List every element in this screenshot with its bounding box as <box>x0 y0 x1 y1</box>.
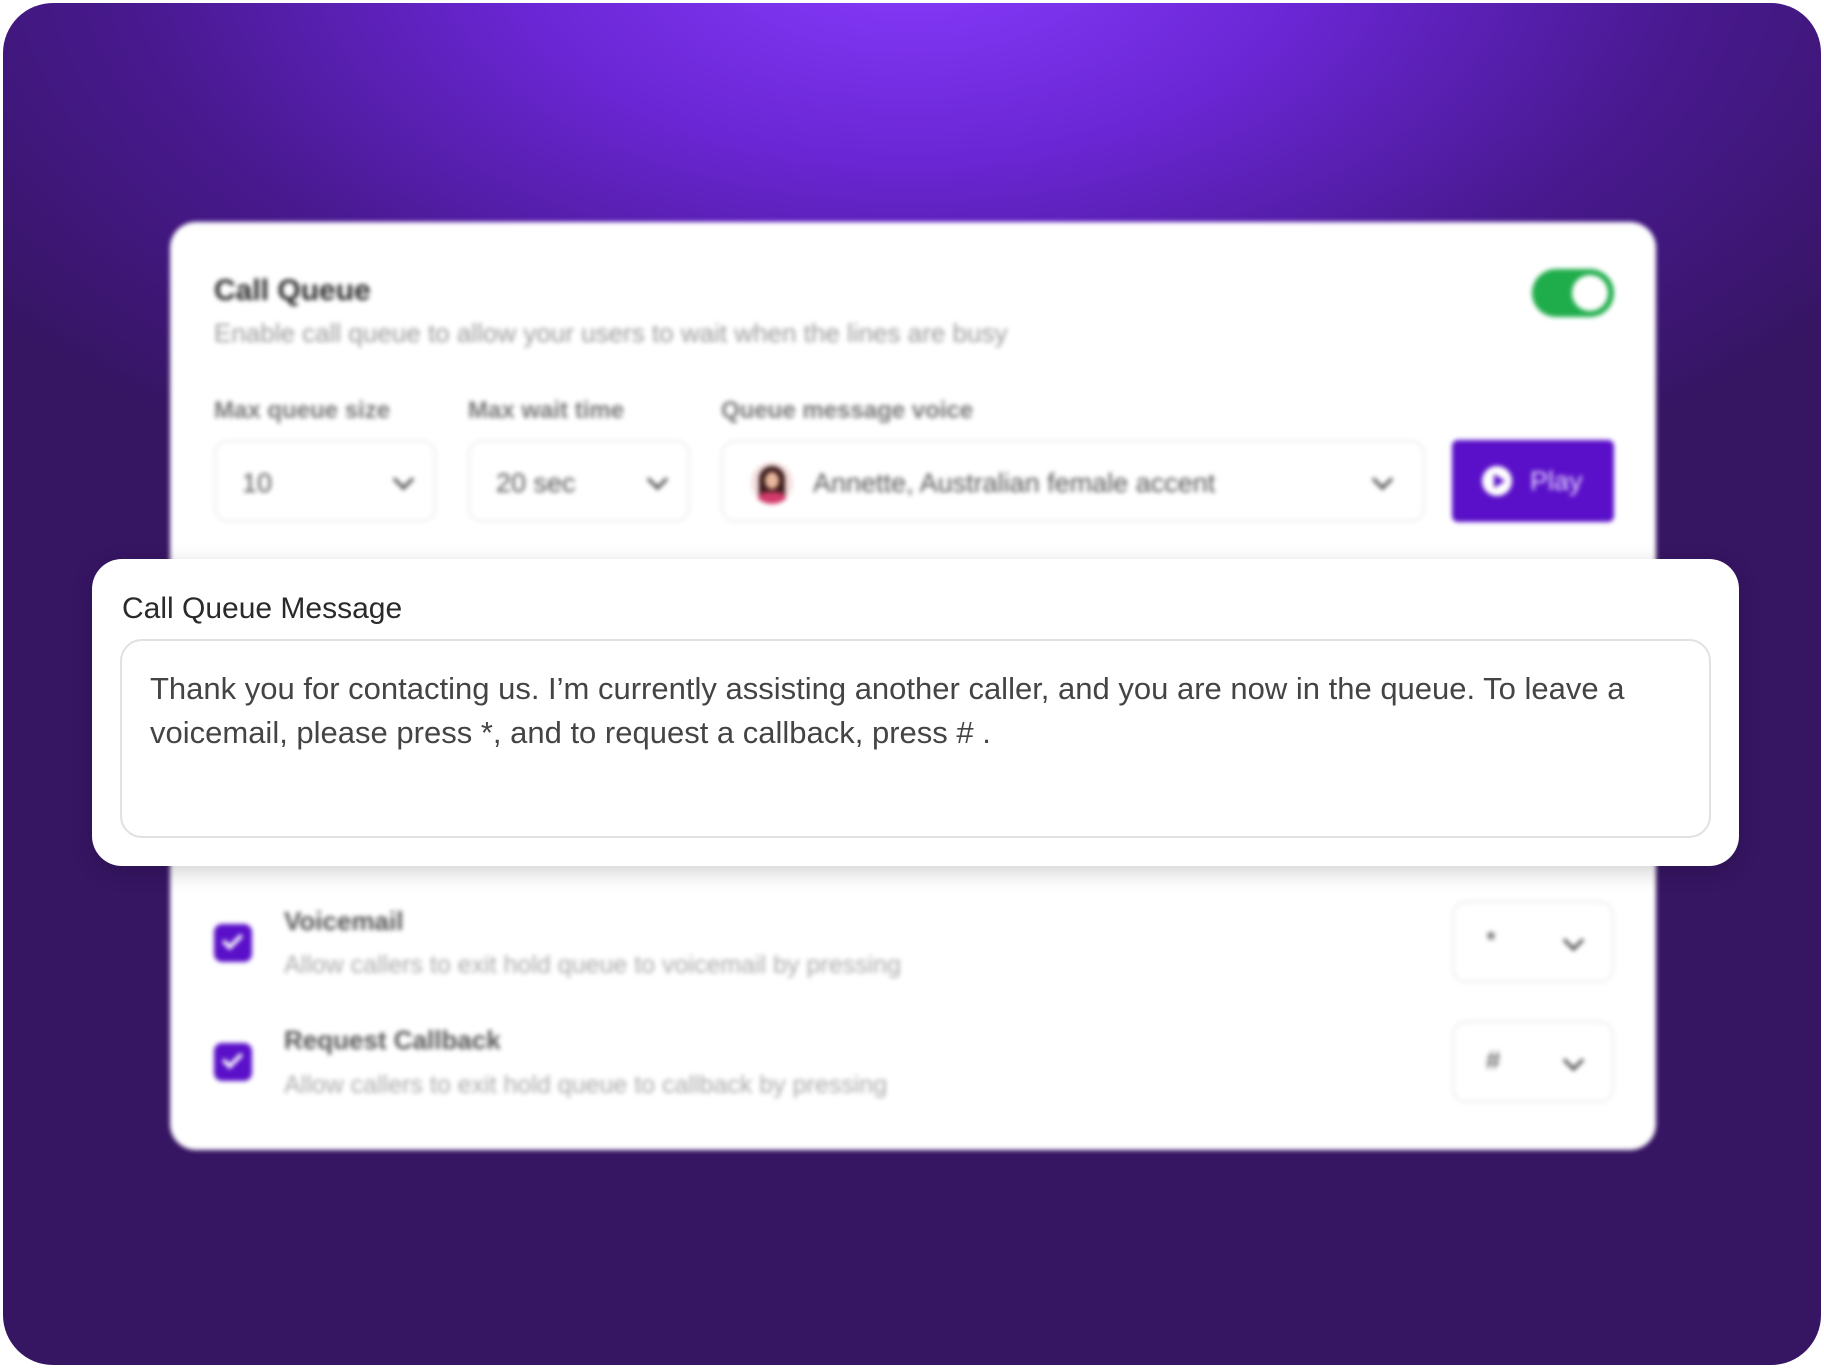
max-wait-time-value: 20 sec <box>496 468 576 498</box>
voicemail-key-select[interactable]: * <box>1452 901 1614 983</box>
play-button[interactable]: Play <box>1452 440 1614 522</box>
voicemail-title: Voicemail <box>284 906 404 936</box>
max-queue-size-value: 10 <box>242 468 273 498</box>
queue-voice-select[interactable]: Annette, Australian female accent <box>721 440 1425 522</box>
chevron-down-icon <box>1562 1049 1585 1072</box>
chevron-down-icon <box>392 468 415 491</box>
call-queue-subtitle: Enable call queue to allow your users to… <box>214 318 1008 348</box>
check-icon <box>221 928 244 951</box>
max-queue-size-label: Max queue size <box>214 397 391 424</box>
max-queue-size-select[interactable]: 10 <box>214 440 436 522</box>
call-queue-title: Call Queue <box>214 274 371 307</box>
voicemail-key-value: * <box>1486 925 1497 955</box>
callback-key-value: # <box>1486 1045 1501 1075</box>
callback-title: Request Callback <box>284 1025 501 1055</box>
play-label: Play <box>1530 466 1583 496</box>
chevron-down-icon <box>1371 468 1394 491</box>
max-wait-time-label: Max wait time <box>468 397 625 424</box>
call-queue-toggle[interactable] <box>1532 269 1614 317</box>
call-queue-message-label: Call Queue Message <box>122 592 403 625</box>
check-icon <box>221 1047 244 1070</box>
toggle-knob <box>1572 275 1608 311</box>
chevron-down-icon <box>646 468 669 491</box>
voicemail-description: Allow callers to exit hold queue to voic… <box>284 951 901 979</box>
max-wait-time-select[interactable]: 20 sec <box>468 440 690 522</box>
queue-voice-label: Queue message voice <box>721 397 974 424</box>
voicemail-checkbox[interactable] <box>214 924 252 962</box>
queue-voice-value: Annette, Australian female accent <box>813 468 1216 498</box>
callback-description: Allow callers to exit hold queue to call… <box>284 1071 888 1099</box>
call-queue-message-panel: Call Queue Message Thank you for contact… <box>92 559 1739 866</box>
voice-avatar <box>751 462 793 504</box>
callback-checkbox[interactable] <box>214 1043 252 1081</box>
chevron-down-icon <box>1562 929 1585 952</box>
app-frame: Call Queue Enable call queue to allow yo… <box>3 3 1821 1365</box>
callback-key-select[interactable]: # <box>1452 1021 1614 1103</box>
call-queue-message-textarea[interactable]: Thank you for contacting us. I’m current… <box>120 639 1711 838</box>
